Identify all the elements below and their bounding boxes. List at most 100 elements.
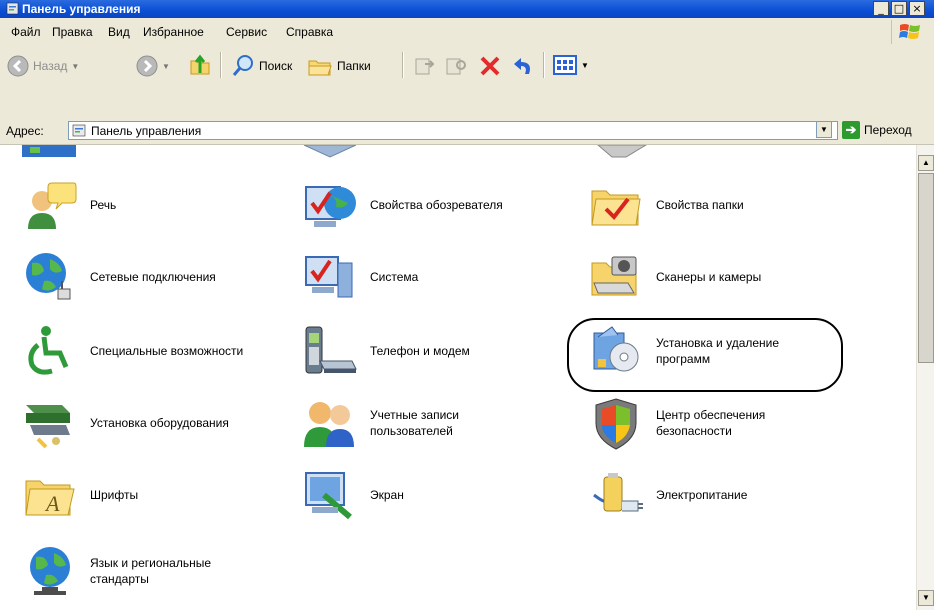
network-connections-item[interactable]: Сетевые подключения: [20, 247, 216, 307]
control-panel-icon: [6, 2, 19, 15]
scanners-cameras-item[interactable]: Сканеры и камеры: [586, 247, 761, 307]
user-accounts-label: Учетные записи пользователей: [370, 408, 459, 438]
delete-icon[interactable]: [478, 54, 502, 78]
views-icon: [553, 55, 577, 75]
scroll-down-button[interactable]: ▼: [918, 590, 934, 606]
system-label: Система: [370, 270, 419, 284]
forward-arrow-icon: [136, 55, 158, 77]
user-accounts-item[interactable]: Учетные записи пользователей: [300, 393, 490, 453]
go-button[interactable]: ➔ Переход: [842, 121, 912, 139]
folders-button[interactable]: Папки: [307, 54, 371, 78]
partial-icon: [597, 145, 647, 158]
fonts-label: Шрифты: [90, 488, 139, 502]
go-arrow-icon: ➔: [842, 121, 860, 139]
user-accounts-icon: [300, 393, 360, 453]
close-button[interactable]: ×: [909, 1, 925, 16]
minimize-button[interactable]: _: [873, 1, 889, 16]
regional-options-label: Язык и региональные стандарты: [90, 556, 211, 586]
speech-item[interactable]: Речь: [20, 175, 116, 235]
internet-options-item[interactable]: Свойства обозревателя: [300, 175, 503, 235]
accessibility-item[interactable]: Специальные возможности: [20, 321, 243, 381]
folders-label: Папки: [337, 59, 371, 73]
menu-file[interactable]: Файл: [11, 25, 41, 39]
system-icon: [300, 247, 360, 307]
menu-bar: Файл Правка Вид Избранное Сервис Справка: [0, 18, 934, 47]
vertical-scrollbar[interactable]: ▲ ▼: [916, 145, 934, 610]
views-button[interactable]: ▼: [553, 55, 589, 75]
network-connections-label: Сетевые подключения: [90, 270, 216, 284]
phone-modem-item[interactable]: Телефон и модем: [300, 321, 470, 381]
title-bar: Панель управления _ □ ×: [0, 0, 934, 18]
windows-logo-icon: [891, 20, 928, 44]
security-center-label: Центр обеспечения безопасности: [656, 408, 766, 438]
phone-modem-label: Телефон и модем: [370, 344, 470, 358]
folder-options-item[interactable]: Свойства папки: [586, 175, 744, 235]
up-button[interactable]: [188, 53, 212, 77]
internet-options-label: Свойства обозревателя: [370, 198, 503, 212]
toolbar-band: [0, 84, 934, 118]
power-options-icon: [586, 465, 646, 525]
fonts-item[interactable]: A Шрифты: [20, 465, 138, 525]
partial-icon: [303, 145, 357, 158]
folder-options-label: Свойства папки: [656, 198, 744, 212]
internet-options-icon: [300, 175, 360, 235]
folders-icon: [308, 60, 332, 76]
menu-favorites[interactable]: Избранное: [143, 25, 204, 39]
display-icon: [300, 465, 360, 525]
menu-tools[interactable]: Сервис: [226, 25, 267, 39]
display-label: Экран: [370, 488, 404, 502]
scroll-up-button[interactable]: ▲: [918, 155, 934, 171]
add-hardware-icon: [20, 393, 80, 453]
address-input[interactable]: Панель управления: [68, 121, 838, 140]
forward-button[interactable]: ▼: [136, 55, 170, 77]
menu-view[interactable]: Вид: [108, 25, 130, 39]
add-hardware-item[interactable]: Установка оборудования: [20, 393, 229, 453]
back-dropdown-icon[interactable]: ▼: [71, 62, 79, 71]
move-to-icon[interactable]: [413, 53, 437, 77]
scroll-thumb[interactable]: [918, 173, 934, 363]
menu-help[interactable]: Справка: [286, 25, 333, 39]
svg-text:A: A: [44, 491, 60, 516]
phone-modem-icon: [300, 321, 360, 381]
partial-icon: [22, 145, 76, 157]
regional-options-icon: [20, 541, 80, 601]
address-bar: Адрес: Панель управления ▼ ➔ Переход: [0, 118, 934, 145]
accessibility-icon: [20, 321, 80, 381]
views-dropdown-icon[interactable]: ▼: [581, 61, 589, 70]
network-connections-icon: [20, 247, 80, 307]
back-button[interactable]: Назад ▼: [7, 55, 79, 77]
search-button[interactable]: Поиск: [231, 54, 292, 78]
back-label: Назад: [33, 59, 68, 73]
toolbar-separator: [220, 52, 222, 78]
power-options-item[interactable]: Электропитание: [586, 465, 747, 525]
go-label: Переход: [864, 123, 912, 137]
power-options-label: Электропитание: [656, 488, 748, 502]
copy-to-icon[interactable]: [444, 53, 468, 77]
scanners-cameras-icon: [586, 247, 646, 307]
fonts-folder-icon: A: [20, 465, 80, 525]
forward-dropdown-icon[interactable]: ▼: [162, 62, 170, 71]
address-dropdown-button[interactable]: ▼: [816, 121, 832, 138]
back-arrow-icon: [7, 55, 29, 77]
system-item[interactable]: Система: [300, 247, 418, 307]
regional-options-item[interactable]: Язык и региональные стандарты: [20, 541, 240, 601]
search-icon: [232, 55, 253, 76]
control-panel-content: Речь Свойства обозревателя Свойства папк…: [0, 145, 916, 610]
speech-icon: [20, 175, 80, 235]
toolbar-separator: [543, 52, 545, 78]
menu-edit[interactable]: Правка: [52, 25, 93, 39]
security-center-icon: [586, 393, 646, 453]
toolbar: Назад ▼ ▼ Поиск Папки ▼: [0, 46, 934, 85]
security-center-item[interactable]: Центр обеспечения безопасности: [586, 393, 806, 453]
address-label: Адрес:: [6, 124, 44, 138]
toolbar-separator: [402, 52, 404, 78]
maximize-button[interactable]: □: [891, 1, 907, 16]
display-item[interactable]: Экран: [300, 465, 404, 525]
folder-up-icon: [190, 54, 210, 75]
undo-icon[interactable]: [511, 54, 535, 78]
highlight-outline: [567, 318, 843, 392]
add-hardware-label: Установка оборудования: [90, 416, 229, 430]
folder-options-icon: [586, 175, 646, 235]
scanners-cameras-label: Сканеры и камеры: [656, 270, 762, 284]
window-title: Панель управления: [22, 2, 141, 16]
